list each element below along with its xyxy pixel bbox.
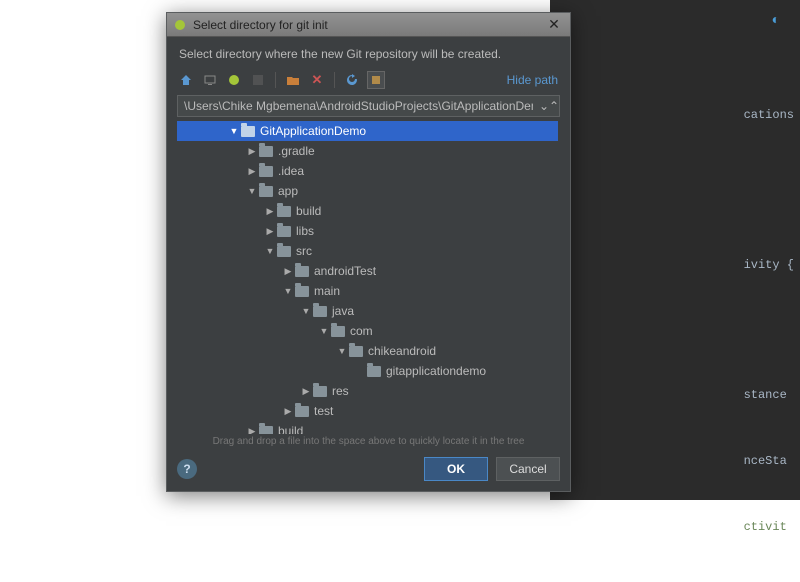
tree-node[interactable]: ▶ build bbox=[177, 421, 568, 434]
show-hidden-icon[interactable] bbox=[367, 71, 385, 89]
chevron-down-icon[interactable]: ▼ bbox=[263, 246, 277, 256]
folder-icon bbox=[277, 226, 291, 237]
chevron-right-icon[interactable]: ▶ bbox=[245, 166, 259, 177]
code-frag: ivity { bbox=[744, 254, 794, 276]
code-frag: cations bbox=[744, 104, 794, 126]
tree-node-label: main bbox=[314, 284, 340, 298]
home-icon[interactable] bbox=[177, 71, 195, 89]
chevron-down-icon[interactable]: ▼ bbox=[335, 346, 349, 356]
tree-node-label: gitapplicationdemo bbox=[386, 364, 486, 378]
code-frag: nceSta bbox=[744, 450, 794, 472]
chevron-right-icon[interactable]: ▶ bbox=[299, 386, 313, 397]
drop-hint: Drag and drop a file into the space abov… bbox=[167, 434, 570, 451]
folder-icon bbox=[241, 126, 255, 137]
chevron-down-icon[interactable]: ▼ bbox=[281, 286, 295, 296]
close-icon[interactable]: ✕ bbox=[544, 16, 564, 33]
history-dropdown-icon[interactable]: ⌄⌃ bbox=[539, 99, 559, 113]
tree-node[interactable]: ▶ androidTest bbox=[177, 261, 568, 281]
tree-node[interactable]: ▼ app bbox=[177, 181, 568, 201]
code-frag: stance bbox=[744, 384, 794, 406]
chevron-right-icon[interactable]: ▶ bbox=[281, 406, 295, 417]
tree-node-label: chikeandroid bbox=[368, 344, 436, 358]
chevron-right-icon[interactable]: ▶ bbox=[263, 206, 277, 217]
dialog-title: Select directory for git init bbox=[193, 18, 544, 32]
folder-icon bbox=[331, 326, 345, 337]
titlebar[interactable]: Select directory for git init ✕ bbox=[167, 13, 570, 37]
folder-icon bbox=[259, 146, 273, 157]
tree-node-label: res bbox=[332, 384, 349, 398]
tree-node[interactable]: ▼ GitApplicationDemo bbox=[177, 121, 558, 141]
project-icon[interactable] bbox=[225, 71, 243, 89]
folder-icon bbox=[259, 186, 273, 197]
folder-icon bbox=[259, 166, 273, 177]
chevron-right-icon[interactable]: ▶ bbox=[245, 146, 259, 157]
tree-node-label: java bbox=[332, 304, 354, 318]
tree-node[interactable]: ▶ .gradle bbox=[177, 141, 568, 161]
tree-node[interactable]: gitapplicationdemo bbox=[177, 361, 568, 381]
folder-icon bbox=[295, 406, 309, 417]
button-row: ? OK Cancel bbox=[167, 451, 570, 491]
folder-icon bbox=[295, 286, 309, 297]
folder-icon bbox=[313, 306, 327, 317]
chevron-down-icon[interactable]: ▼ bbox=[299, 306, 313, 316]
folder-icon bbox=[349, 346, 363, 357]
cancel-button[interactable]: Cancel bbox=[496, 457, 560, 481]
folder-icon bbox=[277, 246, 291, 257]
tree-node-label: build bbox=[278, 424, 303, 434]
tree-node[interactable]: ▶ .idea bbox=[177, 161, 568, 181]
tree-node-label: app bbox=[278, 184, 298, 198]
folder-icon bbox=[259, 426, 273, 435]
delete-icon[interactable]: ✕ bbox=[308, 71, 326, 89]
tree-node-label: .idea bbox=[278, 164, 304, 178]
editor-background: ◐ cations ivity { stance nceSta ctivit bbox=[550, 0, 800, 500]
folder-icon bbox=[277, 206, 291, 217]
folder-icon bbox=[313, 386, 327, 397]
tree-node-label: .gradle bbox=[278, 144, 315, 158]
tree-node-label: libs bbox=[296, 224, 314, 238]
tree-node-label: com bbox=[350, 324, 373, 338]
tree-node[interactable]: ▼ chikeandroid bbox=[177, 341, 568, 361]
tree-node[interactable]: ▶ build bbox=[177, 201, 568, 221]
tree-node-label: build bbox=[296, 204, 321, 218]
chevron-right-icon[interactable]: ▶ bbox=[245, 426, 259, 435]
tree-node[interactable]: ▶ test bbox=[177, 401, 568, 421]
refresh-icon[interactable] bbox=[343, 71, 361, 89]
toolbar-separator bbox=[275, 72, 276, 88]
tree-node[interactable]: ▼ main bbox=[177, 281, 568, 301]
tree-node[interactable]: ▼ com bbox=[177, 321, 568, 341]
tree-node[interactable]: ▶ res bbox=[177, 381, 568, 401]
path-field-row: ⌄⌃ bbox=[177, 95, 560, 117]
toolbar-separator bbox=[334, 72, 335, 88]
module-icon[interactable] bbox=[249, 71, 267, 89]
code-frag: ctivit bbox=[744, 516, 794, 538]
chevron-down-icon[interactable]: ▼ bbox=[245, 186, 259, 196]
help-icon[interactable]: ? bbox=[177, 459, 197, 479]
tree-node-label: src bbox=[296, 244, 312, 258]
chevron-down-icon[interactable]: ▼ bbox=[317, 326, 331, 336]
chevron-right-icon[interactable]: ▶ bbox=[281, 266, 295, 277]
chevron-down-icon[interactable]: ▼ bbox=[227, 126, 241, 136]
tree-node-label: GitApplicationDemo bbox=[260, 124, 366, 138]
tree-node-label: androidTest bbox=[314, 264, 376, 278]
new-folder-icon[interactable] bbox=[284, 71, 302, 89]
directory-tree[interactable]: ▼GitApplicationDemo▶.gradle▶.idea▼app▶bu… bbox=[177, 121, 568, 434]
chevron-right-icon[interactable]: ▶ bbox=[263, 226, 277, 237]
directory-chooser-dialog: Select directory for git init ✕ Select d… bbox=[166, 12, 571, 492]
folder-icon bbox=[367, 366, 381, 377]
hide-path-link[interactable]: Hide path bbox=[507, 73, 560, 87]
tree-node[interactable]: ▶ libs bbox=[177, 221, 568, 241]
ok-button[interactable]: OK bbox=[424, 457, 488, 481]
desktop-icon[interactable] bbox=[201, 71, 219, 89]
android-studio-icon bbox=[173, 18, 187, 32]
tree-node[interactable]: ▼ src bbox=[177, 241, 568, 261]
toolbar: ✕ Hide path bbox=[167, 69, 570, 93]
path-input[interactable] bbox=[178, 96, 539, 116]
speedometer-icon: ◐ bbox=[772, 10, 780, 32]
tree-node-label: test bbox=[314, 404, 333, 418]
folder-icon bbox=[295, 266, 309, 277]
tree-node[interactable]: ▼ java bbox=[177, 301, 568, 321]
dialog-subtitle: Select directory where the new Git repos… bbox=[167, 37, 570, 69]
